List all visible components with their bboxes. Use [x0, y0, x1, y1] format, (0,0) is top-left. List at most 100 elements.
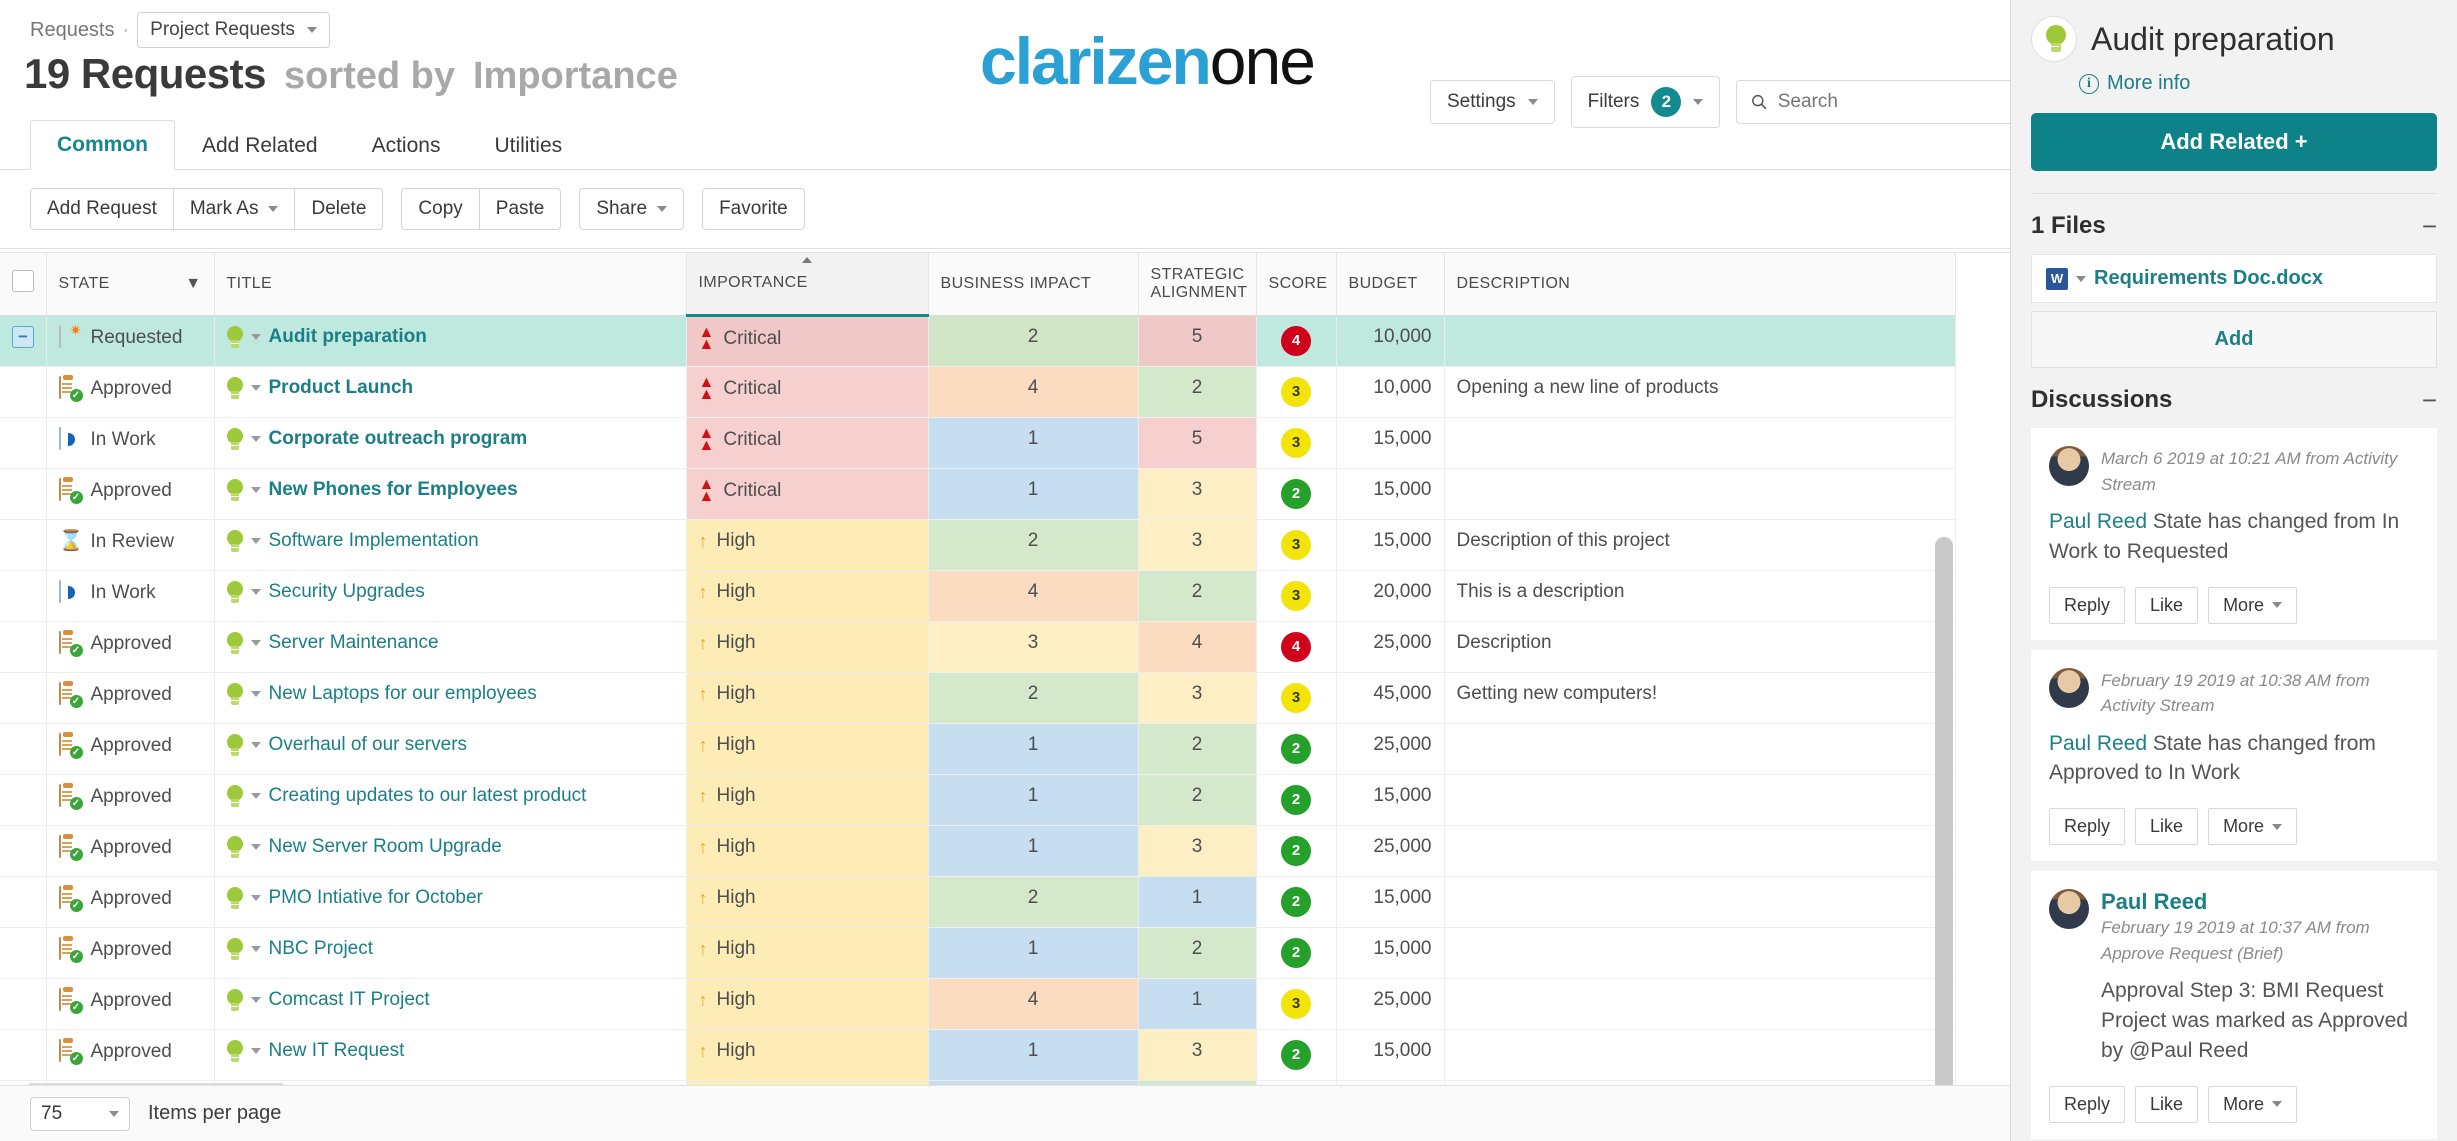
more-button[interactable]: More [2208, 1086, 2297, 1123]
row-select-cell[interactable] [0, 570, 46, 621]
table-row[interactable]: In WorkSecurity Upgrades↑High42320,000Th… [0, 570, 1955, 621]
row-title-link[interactable]: NBC Project [269, 938, 374, 960]
tab-common[interactable]: Common [30, 120, 175, 170]
row-title-cell[interactable]: Comcast IT Project [214, 978, 686, 1029]
tab-add-related[interactable]: Add Related [175, 121, 345, 170]
discussion-author[interactable]: Paul Reed [2101, 889, 2419, 915]
chevron-down-icon[interactable] [251, 385, 261, 391]
filter-icon[interactable]: ▼ [185, 275, 201, 293]
scrollbar-thumb[interactable] [1935, 537, 1953, 1085]
row-title-cell[interactable]: New IT Request [214, 1029, 686, 1080]
chevron-down-icon[interactable] [251, 589, 261, 595]
row-select-cell[interactable] [0, 825, 46, 876]
chevron-down-icon[interactable] [251, 436, 261, 442]
row-collapse-icon[interactable]: − [12, 326, 34, 348]
column-header-budget[interactable]: BUDGET [1336, 253, 1444, 315]
chevron-down-icon[interactable] [251, 691, 261, 697]
more-button[interactable]: More [2208, 808, 2297, 845]
row-title-cell[interactable]: Software Implementation [214, 519, 686, 570]
row-title-cell[interactable]: New Laptops for our employees [214, 672, 686, 723]
row-title-cell[interactable]: New Server Room Upgrade [214, 825, 686, 876]
table-row[interactable]: ✓ApprovedNBC Project↑High12215,000 [0, 927, 1955, 978]
table-row[interactable]: −✷RequestedAudit preparation▲▲Critical25… [0, 315, 1955, 366]
search-box[interactable] [1736, 80, 2046, 124]
settings-button[interactable]: Settings [1430, 80, 1555, 124]
row-title-cell[interactable]: Creating updates to our latest product [214, 774, 686, 825]
row-title-link[interactable]: PMO Intiative for October [269, 887, 483, 909]
table-row[interactable]: ✓ApprovedNew Server Room Upgrade↑High132… [0, 825, 1955, 876]
row-select-cell[interactable] [0, 672, 46, 723]
like-button[interactable]: Like [2135, 1086, 2198, 1123]
chevron-down-icon[interactable] [251, 334, 261, 340]
row-select-cell[interactable] [0, 417, 46, 468]
tab-utilities[interactable]: Utilities [467, 121, 589, 170]
row-select-cell[interactable] [0, 468, 46, 519]
row-title-link[interactable]: New Server Room Upgrade [269, 836, 502, 858]
row-select-cell[interactable] [0, 723, 46, 774]
table-row[interactable]: ✓ApprovedCreating updates to our latest … [0, 774, 1955, 825]
column-header-description[interactable]: DESCRIPTION [1444, 253, 1955, 315]
chevron-down-icon[interactable] [251, 844, 261, 850]
row-select-cell[interactable] [0, 1029, 46, 1080]
copy-button[interactable]: Copy [401, 188, 479, 230]
row-select-cell[interactable] [0, 519, 46, 570]
file-list-item[interactable]: W Requirements Doc.docx [2031, 254, 2437, 303]
row-title-cell[interactable]: Security Upgrades [214, 570, 686, 621]
reply-button[interactable]: Reply [2049, 587, 2125, 624]
reply-button[interactable]: Reply [2049, 1086, 2125, 1123]
column-header-score[interactable]: SCORE [1256, 253, 1336, 315]
favorite-button[interactable]: Favorite [702, 188, 805, 230]
chevron-down-icon[interactable] [251, 1048, 261, 1054]
file-name[interactable]: Requirements Doc.docx [2094, 267, 2323, 290]
row-select-cell[interactable] [0, 774, 46, 825]
delete-button[interactable]: Delete [295, 188, 383, 230]
row-title-cell[interactable]: Audit preparation [214, 315, 686, 366]
row-title-cell[interactable]: Corporate outreach program [214, 417, 686, 468]
row-title-link[interactable]: New Phones for Employees [269, 479, 518, 501]
row-title-link[interactable]: Server Maintenance [269, 632, 439, 654]
row-title-link[interactable]: Software Implementation [269, 530, 479, 552]
table-row[interactable]: ⌛In ReviewSoftware Implementation↑High23… [0, 519, 1955, 570]
row-title-link[interactable]: Corporate outreach program [269, 428, 528, 450]
table-row[interactable]: ✓ApprovedProduct Launch▲▲Critical42310,0… [0, 366, 1955, 417]
grid-vertical-scrollbar[interactable] [1935, 537, 1953, 1085]
chevron-down-icon[interactable] [251, 793, 261, 799]
table-row[interactable]: ✓ApprovedNew Laptops for our employees↑H… [0, 672, 1955, 723]
row-select-cell[interactable] [0, 366, 46, 417]
reply-button[interactable]: Reply [2049, 808, 2125, 845]
row-title-cell[interactable]: New Phones for Employees [214, 468, 686, 519]
chevron-down-icon[interactable] [251, 538, 261, 544]
row-title-link[interactable]: New IT Request [269, 1040, 405, 1062]
column-header-state[interactable]: STATE ▼ [46, 253, 214, 315]
discussion-author[interactable]: Paul Reed [2049, 732, 2147, 755]
items-per-page-select[interactable]: 75 [30, 1097, 130, 1131]
discussion-author[interactable]: Paul Reed [2049, 510, 2147, 533]
view-selector-dropdown[interactable]: Project Requests [137, 12, 330, 48]
add-request-button[interactable]: Add Request [30, 188, 174, 230]
table-row[interactable]: In WorkCorporate outreach program▲▲Criti… [0, 417, 1955, 468]
chevron-down-icon[interactable] [2076, 276, 2086, 282]
column-header-title[interactable]: TITLE [214, 253, 686, 315]
row-title-link[interactable]: Overhaul of our servers [269, 734, 468, 756]
chevron-down-icon[interactable] [251, 742, 261, 748]
add-file-button[interactable]: Add [2031, 311, 2437, 368]
table-row[interactable]: ✓ApprovedServer Maintenance↑High34425,00… [0, 621, 1955, 672]
like-button[interactable]: Like [2135, 808, 2198, 845]
chevron-down-icon[interactable] [251, 895, 261, 901]
collapse-files-icon[interactable]: − [2422, 213, 2437, 239]
row-title-cell[interactable]: Server Maintenance [214, 621, 686, 672]
table-row[interactable]: ✓ApprovedNew IT Request↑High13215,000 [0, 1029, 1955, 1080]
like-button[interactable]: Like [2135, 587, 2198, 624]
row-title-cell[interactable]: NBC Project [214, 927, 686, 978]
table-row[interactable]: ✓ApprovedComcast IT Project↑High41325,00… [0, 978, 1955, 1029]
filters-button[interactable]: Filters 2 [1571, 76, 1721, 128]
row-select-cell[interactable] [0, 927, 46, 978]
tab-actions[interactable]: Actions [345, 121, 468, 170]
row-title-cell[interactable]: PMO Intiative for October [214, 876, 686, 927]
row-title-link[interactable]: Product Launch [269, 377, 414, 399]
collapse-discussions-icon[interactable]: − [2422, 387, 2437, 413]
mark-as-button[interactable]: Mark As [174, 188, 296, 230]
row-title-cell[interactable]: Overhaul of our servers [214, 723, 686, 774]
table-row[interactable]: ✓ApprovedNew Phones for Employees▲▲Criti… [0, 468, 1955, 519]
row-title-link[interactable]: Security Upgrades [269, 581, 425, 603]
